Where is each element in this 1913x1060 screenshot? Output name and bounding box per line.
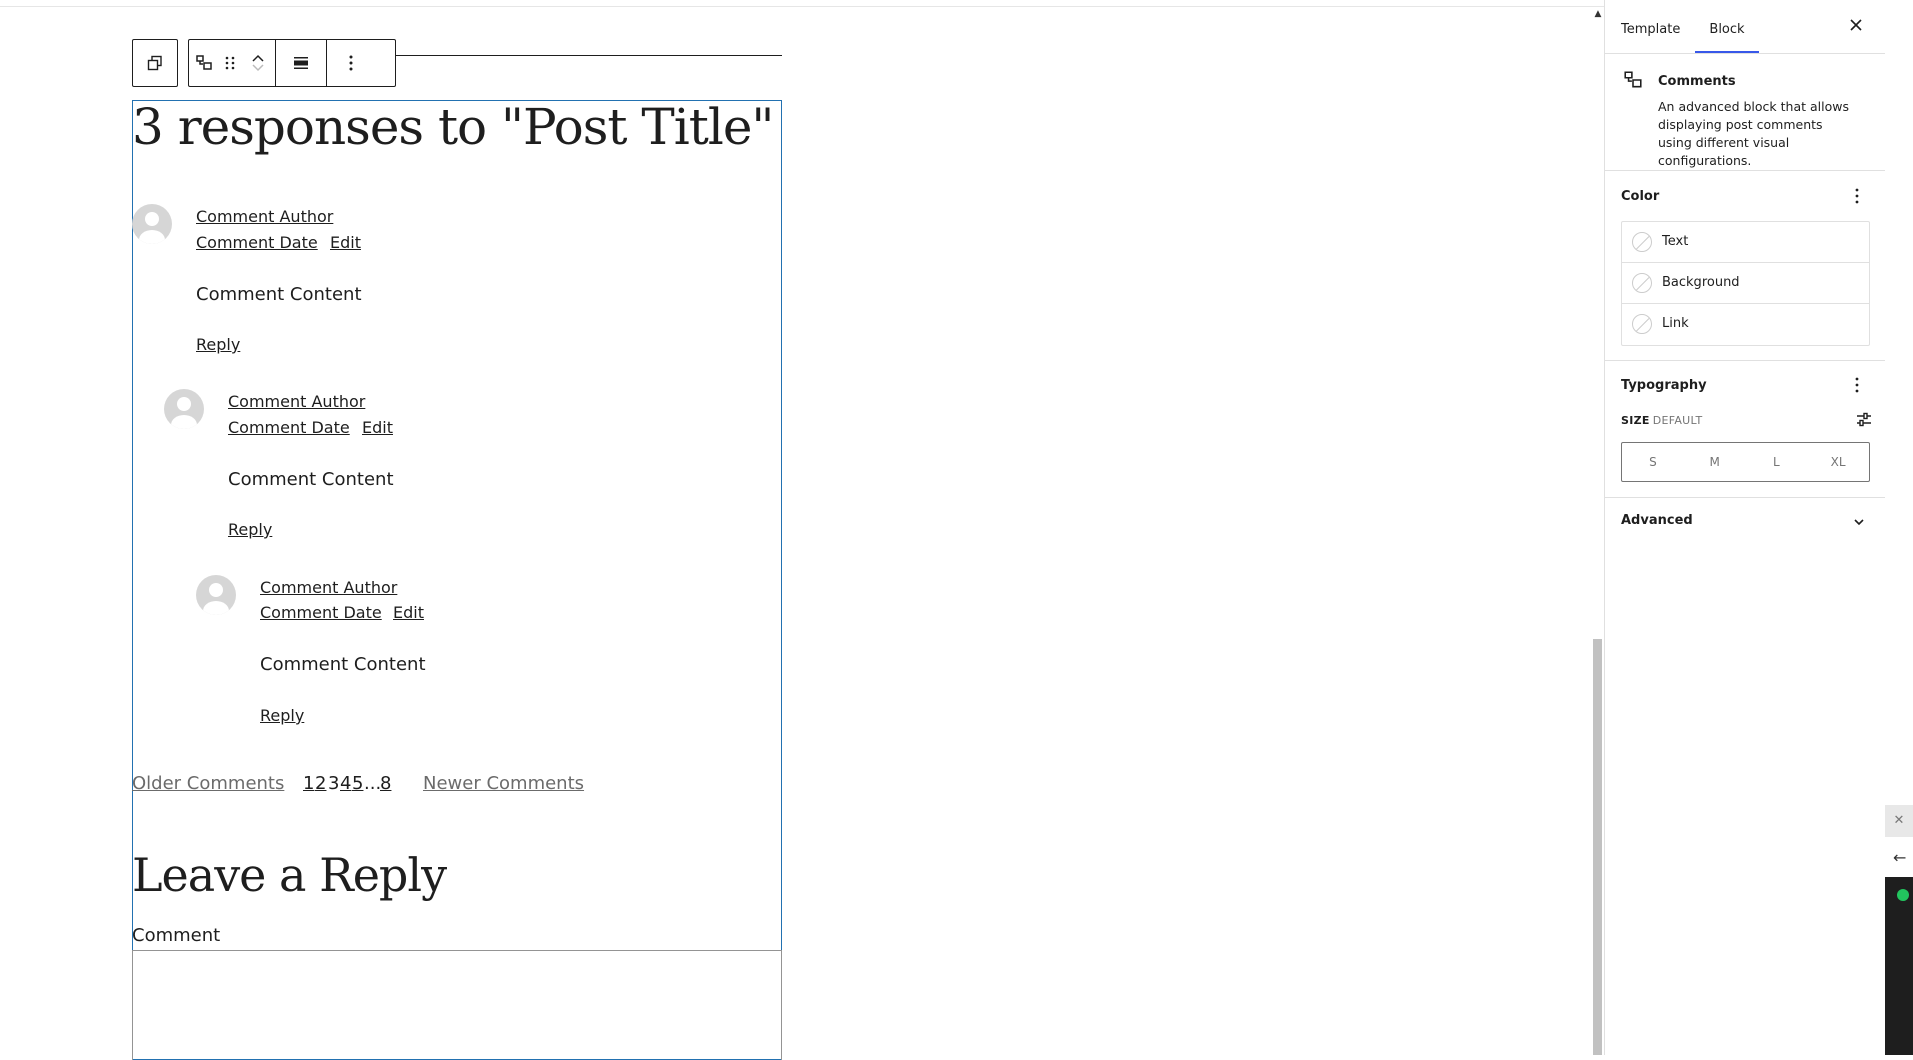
font-size-l[interactable]: L (1746, 443, 1808, 481)
block-toolbar (188, 39, 396, 87)
avatar (196, 575, 236, 615)
comment-field-label: Comment (132, 925, 221, 946)
comment-date-link[interactable]: Comment Date (196, 233, 318, 252)
page-number[interactable]: 1 (303, 773, 314, 794)
block-card: Comments An advanced block that allows d… (1605, 54, 1886, 171)
align-wide-icon (294, 57, 308, 69)
color-item-link[interactable]: Link (1622, 304, 1869, 345)
close-icon[interactable] (1847, 18, 1865, 36)
color-item-label: Text (1662, 234, 1689, 249)
comment-reply-link[interactable]: Reply (260, 706, 304, 725)
comments-block-icon (196, 55, 212, 70)
font-size-toggle-group: S M L XL (1621, 442, 1870, 482)
color-panel-title: Color (1621, 189, 1660, 204)
parent-block-icon (147, 55, 162, 71)
comment-date-link[interactable]: Comment Date (260, 603, 382, 622)
page-number-current: 3 (328, 773, 340, 794)
block-mover (241, 40, 275, 86)
block-card-title: Comments (1658, 74, 1736, 89)
font-size-xl[interactable]: XL (1807, 443, 1869, 481)
settings-sidebar: Template Block Comments An advanced bloc… (1604, 0, 1886, 1055)
comment-edit-link[interactable]: Edit (330, 233, 361, 252)
tab-block[interactable]: Block (1695, 0, 1759, 53)
comment-edit-link[interactable]: Edit (393, 603, 424, 622)
separator-block-line (396, 55, 782, 56)
size-value-text: DEFAULT (1652, 414, 1703, 427)
options-group (327, 40, 375, 86)
page-number[interactable]: 5 (352, 773, 363, 794)
color-swatch-icon (1632, 273, 1652, 293)
more-vertical-icon[interactable] (1855, 377, 1859, 396)
comment-edit-link[interactable]: Edit (362, 418, 393, 437)
size-label-text: SIZE (1621, 414, 1650, 427)
more-vertical-icon[interactable] (1855, 188, 1859, 207)
drag-handle-icon[interactable] (219, 40, 241, 86)
font-size-m[interactable]: M (1684, 443, 1746, 481)
page-number[interactable]: 2 (315, 773, 326, 794)
font-size-label: SIZE DEFAULT (1621, 414, 1702, 427)
typography-panel-title: Typography (1621, 378, 1707, 393)
tab-template[interactable]: Template (1621, 0, 1680, 53)
comment-content: Comment Content (196, 284, 362, 305)
avatar (132, 204, 172, 244)
active-tab-indicator (1695, 51, 1759, 53)
scroll-up-icon[interactable]: ▲ (1592, 8, 1604, 20)
align-group (276, 40, 327, 86)
panel-divider (1605, 360, 1886, 361)
panel-divider (1605, 497, 1886, 498)
comment-author-link[interactable]: Comment Author (260, 578, 397, 597)
comments-title: 3 responses to "Post Title" (132, 98, 774, 156)
close-icon[interactable]: ✕ (1885, 805, 1913, 837)
color-swatch-icon (1632, 314, 1652, 334)
block-mover-group (189, 40, 276, 86)
newer-comments-link[interactable]: Newer Comments (423, 773, 584, 794)
leave-reply-title: Leave a Reply (132, 848, 447, 902)
more-vertical-icon (349, 55, 353, 71)
extension-panel (1885, 877, 1913, 1055)
comment-content: Comment Content (260, 654, 426, 675)
comment-reply-link[interactable]: Reply (196, 335, 240, 354)
page-number[interactable]: 4 (340, 773, 351, 794)
avatar (164, 389, 204, 429)
comment-reply-link[interactable]: Reply (228, 520, 272, 539)
comment-textarea[interactable] (132, 950, 782, 1060)
scrollbar-thumb[interactable] (1593, 639, 1602, 1055)
block-card-description: An advanced block that allows displaying… (1658, 99, 1849, 168)
font-size-s[interactable]: S (1622, 443, 1684, 481)
older-comments-link[interactable]: Older Comments (132, 773, 284, 794)
color-item-label: Background (1662, 275, 1740, 290)
more-options-button[interactable] (327, 40, 375, 86)
select-parent-button[interactable] (132, 39, 178, 87)
arrow-left-icon[interactable]: ← (1893, 848, 1906, 867)
comment-author-link[interactable]: Comment Author (196, 207, 333, 226)
comment-content: Comment Content (228, 469, 394, 490)
move-up-icon[interactable] (251, 53, 265, 63)
shield-icon[interactable] (1897, 889, 1909, 901)
comment-author-link[interactable]: Comment Author (228, 392, 365, 411)
page-ellipsis: ... (364, 773, 382, 794)
comments-block-icon (1623, 70, 1643, 94)
align-button[interactable] (276, 40, 326, 86)
color-list: Text Background Link (1621, 221, 1870, 346)
color-item-label: Link (1662, 316, 1689, 331)
sidebar-tabs: Template Block (1605, 0, 1886, 54)
color-swatch-icon (1632, 232, 1652, 252)
page-number[interactable]: 8 (380, 773, 391, 794)
chevron-down-icon[interactable] (1852, 514, 1866, 533)
block-type-button[interactable] (189, 40, 219, 86)
advanced-panel-toggle[interactable]: Advanced (1621, 513, 1693, 528)
color-item-text[interactable]: Text (1622, 222, 1869, 263)
custom-size-icon[interactable] (1855, 411, 1873, 433)
comment-date-link[interactable]: Comment Date (228, 418, 350, 437)
color-item-background[interactable]: Background (1622, 263, 1869, 304)
move-down-icon[interactable] (251, 63, 265, 73)
